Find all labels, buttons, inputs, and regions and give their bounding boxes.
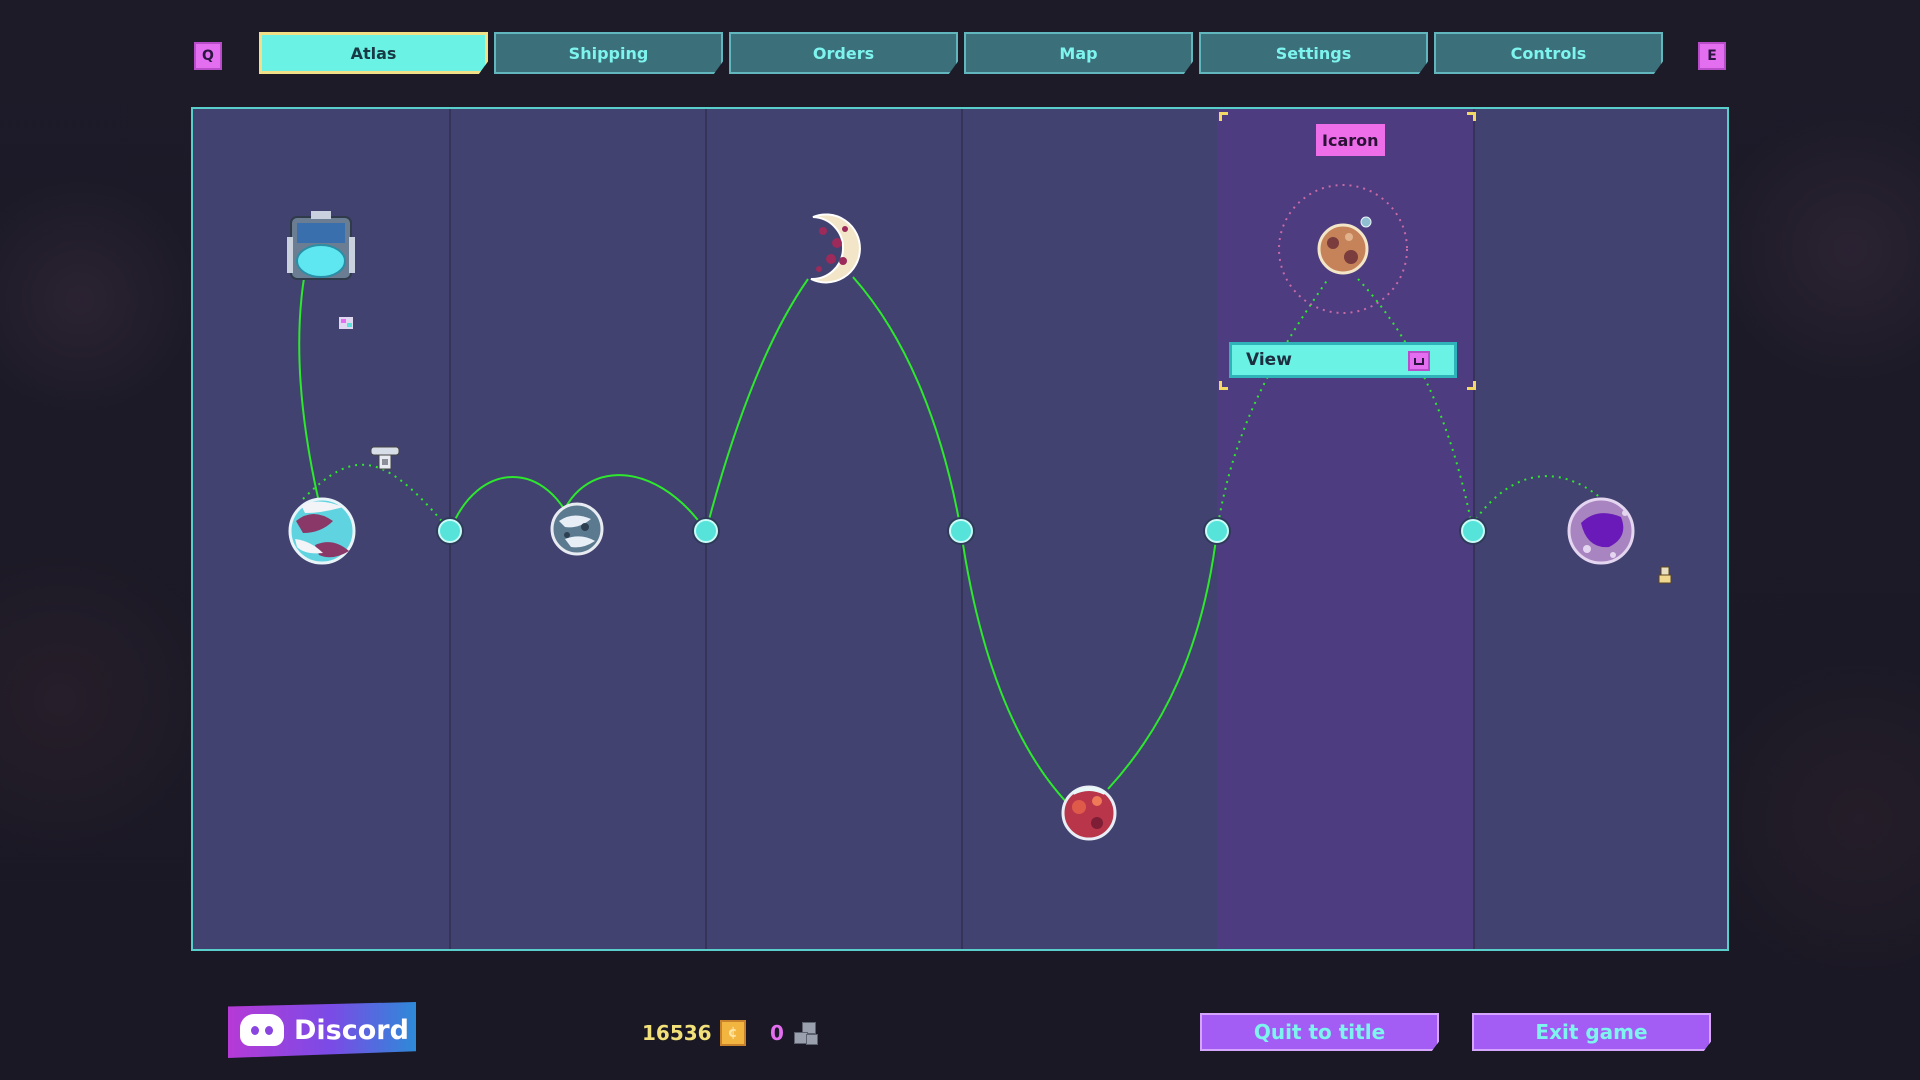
selection-corner — [1467, 112, 1476, 121]
ore-icon — [792, 1020, 820, 1046]
route-lava-to-node4 — [1108, 531, 1217, 789]
exit-game-button[interactable]: Exit game — [1472, 1013, 1711, 1051]
discord-label: Discord — [294, 1015, 409, 1046]
coin-count: 16536 — [642, 1021, 712, 1045]
discord-button[interactable]: Discord — [228, 1002, 416, 1058]
selection-corner — [1219, 112, 1228, 121]
quit-to-title-button[interactable]: Quit to title — [1200, 1013, 1439, 1051]
tab-atlas[interactable]: Atlas — [259, 32, 488, 74]
item-chip-icon — [339, 317, 353, 329]
atlas-panel — [191, 107, 1729, 951]
route-icaron-to-node5 — [1358, 279, 1473, 531]
ore-counter: 0 — [770, 1018, 820, 1048]
planet-start[interactable] — [290, 499, 354, 563]
selection-corner — [1219, 381, 1228, 390]
space-key-icon — [1408, 351, 1430, 371]
route-node[interactable] — [947, 517, 975, 545]
tab-settings[interactable]: Settings — [1199, 32, 1428, 74]
view-planet-button[interactable]: View — [1229, 342, 1457, 378]
route-node4-to-icaron — [1217, 279, 1328, 531]
tab-controls[interactable]: Controls — [1434, 32, 1663, 74]
coin-icon: ¢ — [720, 1020, 746, 1046]
route-map — [193, 109, 1729, 951]
route-node[interactable] — [436, 517, 464, 545]
route-node[interactable] — [1459, 517, 1487, 545]
selected-planet-label: Icaron — [1316, 124, 1385, 156]
route-node2-to-moon — [706, 279, 808, 531]
route-node[interactable] — [692, 517, 720, 545]
prev-tab-key-hint: Q — [194, 42, 222, 70]
planet-icaron[interactable] — [1279, 185, 1407, 313]
tab-shipping[interactable]: Shipping — [494, 32, 723, 74]
route-node3-to-lava — [961, 531, 1073, 809]
planet-rock[interactable] — [552, 504, 602, 554]
coin-counter: 16536 ¢ — [642, 1018, 746, 1048]
tab-bar: Atlas Shipping Orders Map Settings Contr… — [259, 32, 1661, 76]
route-node[interactable] — [1203, 517, 1231, 545]
ore-count: 0 — [770, 1021, 784, 1045]
route-moon-to-node3 — [853, 277, 961, 531]
planet-void[interactable] — [1569, 499, 1633, 563]
view-button-label: View — [1246, 350, 1292, 370]
planet-lava[interactable] — [1063, 787, 1115, 839]
discord-icon — [240, 1014, 284, 1046]
observatory-station[interactable] — [287, 211, 355, 279]
ship-icon — [371, 447, 399, 469]
tab-orders[interactable]: Orders — [729, 32, 958, 74]
cargo-icon — [1659, 567, 1671, 583]
tab-map[interactable]: Map — [964, 32, 1193, 74]
selection-corner — [1467, 381, 1476, 390]
next-tab-key-hint: E — [1698, 42, 1726, 70]
route-station-to-start — [299, 248, 318, 498]
planet-crescent-moon[interactable] — [811, 214, 860, 282]
